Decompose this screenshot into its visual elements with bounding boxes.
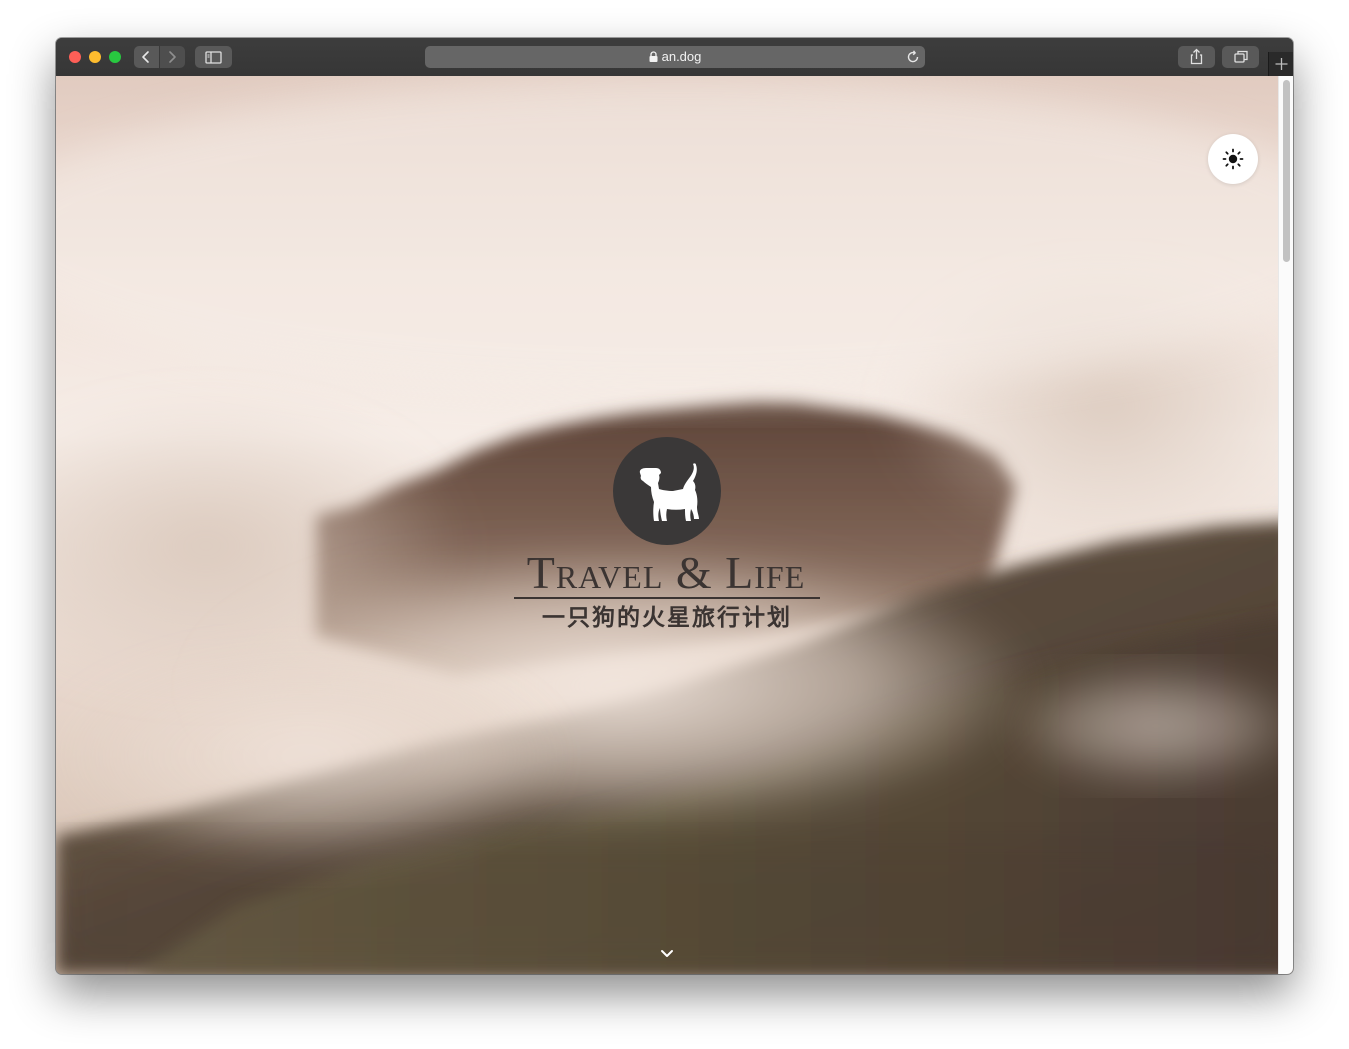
chevron-left-icon [142,51,149,63]
address-bar[interactable]: an.dog [425,46,925,68]
lock-icon [649,51,658,62]
url-display: an.dog [425,49,925,65]
dog-icon [639,463,699,521]
chevron-right-icon [169,51,176,63]
site-subtitle: 一只狗的火星旅行计划 [542,604,792,631]
sidebar-icon [205,51,222,64]
share-button[interactable] [1178,46,1215,68]
page-viewport: Travel & Life 一只狗的火星旅行计划 [56,76,1293,974]
browser-toolbar: an.dog [56,38,1293,77]
url-text: an.dog [661,49,702,64]
forward-button[interactable] [160,46,185,68]
plus-icon [1275,58,1288,70]
title-divider [514,597,820,599]
sun-icon [1222,148,1244,170]
site-title: Travel & Life [526,547,806,598]
share-icon [1190,48,1203,65]
theme-toggle-button[interactable] [1208,134,1258,184]
minimize-window-button[interactable] [89,51,101,63]
sidebar-button[interactable] [195,46,232,68]
back-button[interactable] [134,46,159,68]
fullscreen-window-button[interactable] [109,51,121,63]
tab-overview-button[interactable] [1222,46,1259,68]
scroll-down-button[interactable] [657,946,677,962]
vertical-scrollbar[interactable] [1278,76,1293,974]
close-window-button[interactable] [69,51,81,63]
new-tab-button[interactable] [1268,52,1293,76]
reload-icon[interactable] [905,49,921,65]
site-logo[interactable] [613,437,721,545]
tabs-overview-icon [1234,50,1248,63]
chevron-down-icon [661,950,673,957]
browser-window: an.dog Travel & Life 一只狗的火星旅行计划 [56,38,1293,974]
scrollbar-thumb[interactable] [1283,80,1290,262]
